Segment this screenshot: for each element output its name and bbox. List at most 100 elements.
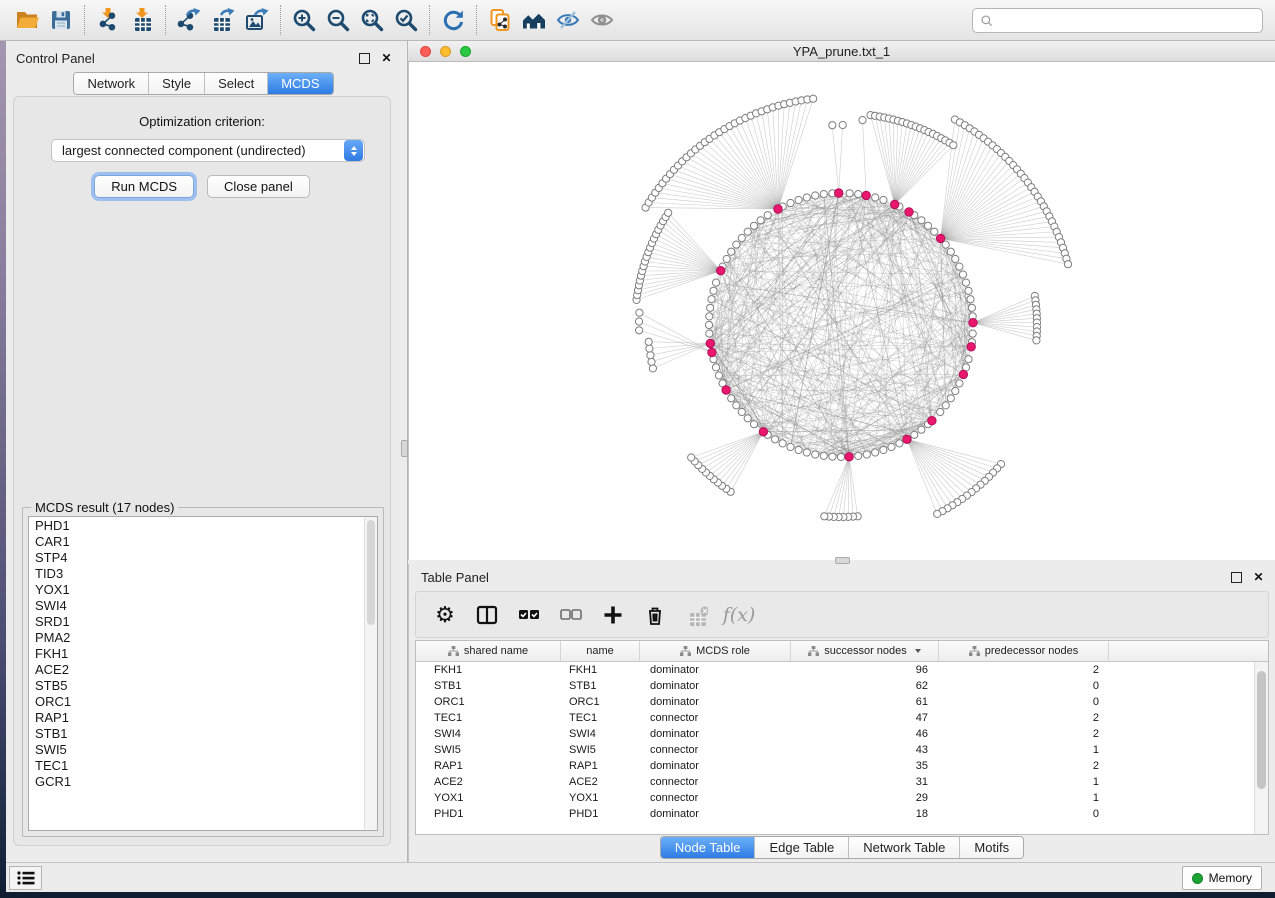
float-panel-icon[interactable] — [358, 52, 371, 65]
export-image-icon[interactable] — [240, 4, 274, 36]
column-header-name[interactable]: name — [561, 641, 640, 661]
mcds-result-item[interactable]: SRD1 — [29, 614, 363, 630]
table-cell[interactable]: YOX1 — [561, 790, 640, 806]
table-cell[interactable]: 1 — [939, 774, 1109, 790]
network-canvas[interactable] — [408, 62, 1275, 560]
zoom-selected-icon[interactable] — [389, 4, 423, 36]
tab-network-table[interactable]: Network Table — [849, 837, 960, 858]
mcds-result-item[interactable]: SWI5 — [29, 742, 363, 758]
mcds-result-item[interactable]: STP4 — [29, 550, 363, 566]
zoom-out-icon[interactable] — [321, 4, 355, 36]
open-session-icon[interactable] — [10, 4, 44, 36]
table-cell[interactable]: SWI4 — [561, 726, 640, 742]
table-cell[interactable]: 61 — [791, 694, 939, 710]
clone-network-icon[interactable] — [483, 4, 517, 36]
mcds-result-item[interactable]: FKH1 — [29, 646, 363, 662]
table-cell[interactable]: 0 — [939, 678, 1109, 694]
table-cell[interactable]: dominator — [640, 726, 791, 742]
table-cell[interactable]: SWI5 — [561, 742, 640, 758]
tab-edge-table[interactable]: Edge Table — [755, 837, 849, 858]
table-cell[interactable]: 31 — [791, 774, 939, 790]
table-cell[interactable]: SWI4 — [416, 726, 561, 742]
tab-motifs[interactable]: Motifs — [960, 837, 1023, 858]
run-mcds-button[interactable]: Run MCDS — [94, 175, 194, 198]
search-box[interactable] — [972, 8, 1263, 33]
tab-network[interactable]: Network — [74, 73, 149, 94]
mcds-result-item[interactable]: STB5 — [29, 678, 363, 694]
close-panel-icon[interactable] — [380, 52, 393, 65]
settings-icon[interactable]: ⚙ — [430, 600, 460, 630]
table-row[interactable]: SWI5SWI5connector431 — [416, 742, 1254, 758]
first-neighbors-icon[interactable] — [517, 4, 551, 36]
mcds-result-item[interactable]: SWI4 — [29, 598, 363, 614]
table-cell[interactable]: 47 — [791, 710, 939, 726]
table-cell[interactable]: TEC1 — [561, 710, 640, 726]
close-table-panel-icon[interactable] — [1252, 571, 1265, 584]
zoom-fit-icon[interactable] — [355, 4, 389, 36]
column-header-predecessor-nodes[interactable]: predecessor nodes — [939, 641, 1109, 661]
table-cell[interactable]: 2 — [939, 726, 1109, 742]
table-cell[interactable]: 2 — [939, 662, 1109, 678]
tab-style[interactable]: Style — [149, 73, 205, 94]
mcds-result-item[interactable]: YOX1 — [29, 582, 363, 598]
zoom-in-icon[interactable] — [287, 4, 321, 36]
table-cell[interactable]: ACE2 — [416, 774, 561, 790]
mcds-result-item[interactable]: ORC1 — [29, 694, 363, 710]
select-all-icon[interactable] — [514, 600, 544, 630]
add-column-icon[interactable] — [598, 600, 628, 630]
table-row[interactable]: ACE2ACE2connector311 — [416, 774, 1254, 790]
mcds-result-item[interactable]: RAP1 — [29, 710, 363, 726]
table-cell[interactable]: ORC1 — [416, 694, 561, 710]
table-cell[interactable]: RAP1 — [561, 758, 640, 774]
table-cell[interactable]: 43 — [791, 742, 939, 758]
optimization-criterion-select[interactable]: largest connected component (undirected) — [51, 139, 365, 162]
table-cell[interactable]: dominator — [640, 662, 791, 678]
mcds-result-item[interactable]: GCR1 — [29, 774, 363, 790]
save-session-icon[interactable] — [44, 4, 78, 36]
table-cell[interactable]: 29 — [791, 790, 939, 806]
horizontal-splitter-handle[interactable] — [835, 557, 850, 564]
table-cell[interactable]: 46 — [791, 726, 939, 742]
table-cell[interactable]: dominator — [640, 678, 791, 694]
close-panel-button[interactable]: Close panel — [207, 175, 310, 198]
table-cell[interactable]: dominator — [640, 694, 791, 710]
table-cell[interactable]: connector — [640, 742, 791, 758]
mcds-result-item[interactable]: PHD1 — [29, 518, 363, 534]
table-row[interactable]: SWI4SWI4dominator462 — [416, 726, 1254, 742]
table-cell[interactable]: 18 — [791, 806, 939, 822]
mcds-list-scrollbar[interactable] — [364, 517, 377, 830]
table-cell[interactable]: TEC1 — [416, 710, 561, 726]
table-cell[interactable]: 0 — [939, 694, 1109, 710]
hide-selected-icon[interactable] — [551, 4, 585, 36]
tab-mcds[interactable]: MCDS — [268, 73, 332, 94]
table-scrollbar[interactable] — [1254, 662, 1268, 834]
table-cell[interactable]: PHD1 — [416, 806, 561, 822]
table-cell[interactable]: 2 — [939, 710, 1109, 726]
table-cell[interactable]: connector — [640, 790, 791, 806]
table-cell[interactable]: SWI5 — [416, 742, 561, 758]
show-all-icon[interactable] — [585, 4, 619, 36]
table-row[interactable]: RAP1RAP1dominator352 — [416, 758, 1254, 774]
refresh-icon[interactable] — [436, 4, 470, 36]
mcds-result-item[interactable]: TID3 — [29, 566, 363, 582]
table-cell[interactable]: ACE2 — [561, 774, 640, 790]
table-cell[interactable]: RAP1 — [416, 758, 561, 774]
table-cell[interactable]: dominator — [640, 806, 791, 822]
column-header-MCDS-role[interactable]: MCDS role — [640, 641, 791, 661]
table-row[interactable]: FKH1FKH1dominator962 — [416, 662, 1254, 678]
table-cell[interactable]: connector — [640, 774, 791, 790]
table-cell[interactable]: 2 — [939, 758, 1109, 774]
table-cell[interactable]: STB1 — [561, 678, 640, 694]
table-cell[interactable]: 1 — [939, 790, 1109, 806]
table-row[interactable]: YOX1YOX1connector291 — [416, 790, 1254, 806]
tab-node-table[interactable]: Node Table — [661, 837, 756, 858]
export-table-icon[interactable] — [206, 4, 240, 36]
table-cell[interactable]: YOX1 — [416, 790, 561, 806]
column-header-successor-nodes[interactable]: successor nodes — [791, 641, 939, 661]
vertical-splitter[interactable] — [401, 41, 408, 862]
table-row[interactable]: TEC1TEC1connector472 — [416, 710, 1254, 726]
delete-columns-icon[interactable] — [640, 600, 670, 630]
mcds-result-item[interactable]: STB1 — [29, 726, 363, 742]
table-cell[interactable]: FKH1 — [561, 662, 640, 678]
mcds-result-item[interactable]: PMA2 — [29, 630, 363, 646]
